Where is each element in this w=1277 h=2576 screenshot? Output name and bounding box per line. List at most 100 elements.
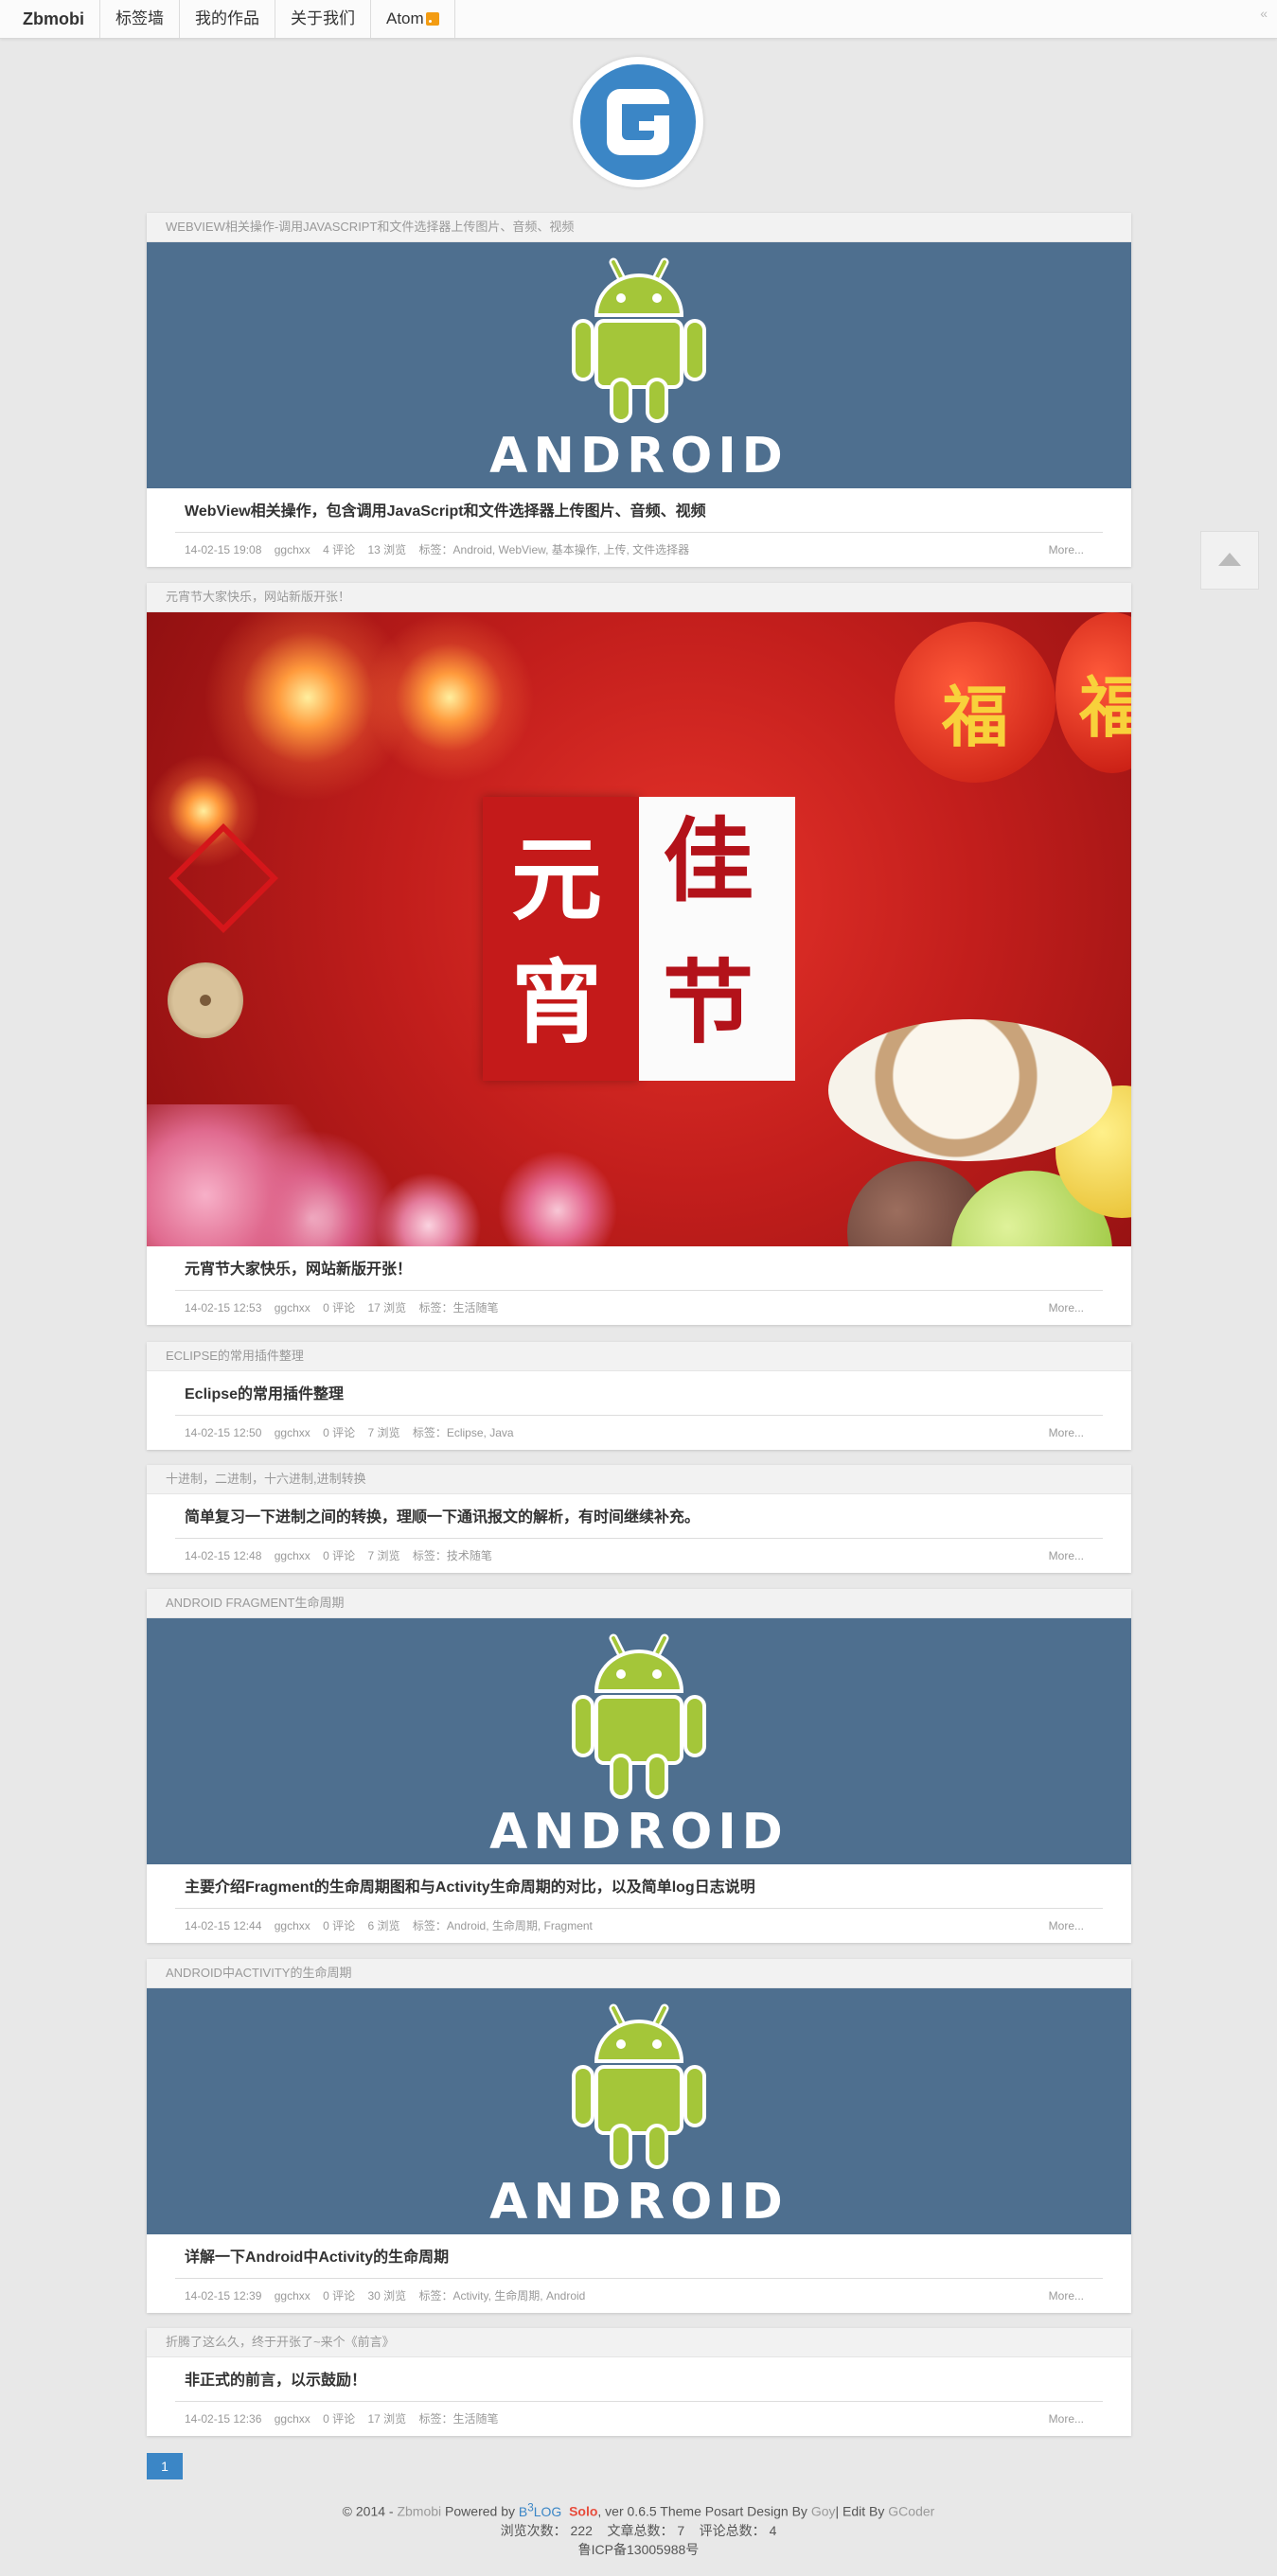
post-author[interactable]: ggchxx [275,1919,310,1932]
post-comments[interactable]: 0 评论 [323,1549,355,1562]
more-link[interactable]: More... [1049,1909,1084,1943]
post-views: 17 浏览 [367,2412,407,2426]
post-title[interactable]: 非正式的前言，以示鼓励！ [175,2357,1103,2402]
nav-atom-link[interactable]: Atom [371,0,455,38]
site-logo[interactable] [573,57,703,187]
post-category[interactable]: Android Fragment生命周期 [147,1589,1131,1618]
logo-g-bar [639,121,654,131]
post-category[interactable]: Android中Activity的生命周期 [147,1959,1131,1988]
post-tags[interactable]: 标签：生活随笔 [419,2412,499,2426]
post-tags[interactable]: 标签：Android, 生命周期, Fragment [413,1919,593,1932]
more-link[interactable]: More... [1049,2279,1084,2313]
festival-character: 元 [511,826,602,933]
footer-credits: © 2014 - Zbmobi Powered by B3LOG Solo, v… [0,2498,1277,2521]
android-wordmark: ANDROID [489,1804,789,1861]
footer-stats: 浏览次数： 222 文章总数： 7 评论总数： 4 [500,2522,777,2538]
double-chevron-left-icon[interactable]: « [1260,6,1268,21]
post-date: 14-02-15 12:39 [185,2289,262,2303]
footer-icp[interactable]: 鲁ICP备13005988号 [0,2540,1277,2559]
post-author[interactable]: ggchxx [275,1549,310,1562]
post-tags[interactable]: 标签：Activity, 生命周期, Android [419,2289,586,2303]
post-meta: 14-02-15 19:08 ggchxx 4 评论 13 浏览 标签：Andr… [175,533,1103,567]
footer-goy-link[interactable]: Goy [811,2504,836,2519]
footer-version: , ver 0.6.5 Theme Posart Design By [597,2503,811,2519]
post-comments[interactable]: 0 评论 [323,1919,355,1932]
post-date: 14-02-15 19:08 [185,543,262,556]
footer-b3log-link[interactable]: B3LOG [519,2501,561,2519]
post-category[interactable]: Eclipse的常用插件整理 [147,1342,1131,1371]
footer-gcoder-link[interactable]: GCoder [888,2504,934,2519]
post-thumbnail[interactable]: ANDROID [147,1988,1131,2234]
android-robot-icon [572,2003,706,2169]
post-meta: 14-02-15 12:39 ggchxx 0 评论 30 浏览 标签：Acti… [175,2279,1103,2313]
footer-powered: Powered by [441,2503,519,2519]
post-card: 十进制，二进制，十六进制,进制转换 简单复习一下进制之间的转换，理顺一下通讯报文… [147,1465,1131,1573]
post-views: 13 浏览 [367,543,407,556]
post-tags[interactable]: 标签：技术随笔 [413,1549,492,1562]
post-title[interactable]: Eclipse的常用插件整理 [175,1371,1103,1416]
flower-decoration [147,1104,734,1246]
post-meta: 14-02-15 12:48 ggchxx 0 评论 7 浏览 标签：技术随笔 … [175,1539,1103,1573]
post-category[interactable]: 折腾了这么久，终于开张了~来个《前言》 [147,2328,1131,2357]
footer: © 2014 - Zbmobi Powered by B3LOG Solo, v… [0,2498,1277,2559]
post-title[interactable]: 详解一下Android中Activity的生命周期 [175,2234,1103,2279]
post-comments[interactable]: 4 评论 [323,543,355,556]
post-thumbnail[interactable]: ANDROID [147,242,1131,488]
more-link[interactable]: More... [1049,1291,1084,1325]
post-category[interactable]: 元宵节大家快乐，网站新版开张！ [147,583,1131,612]
chevron-up-icon [1218,553,1241,566]
post-comments[interactable]: 0 评论 [323,1426,355,1439]
spoon-decoration [828,1019,1112,1161]
post-title[interactable]: 简单复习一下进制之间的转换，理顺一下通讯报文的解析，有时间继续补充。 [175,1494,1103,1539]
more-link[interactable]: More... [1049,1416,1084,1450]
post-title[interactable]: WebView相关操作，包含调用JavaScript和文件选择器上传图片、音频、… [175,488,1103,533]
footer-solo-link[interactable]: Solo [569,2504,597,2519]
more-link[interactable]: More... [1049,533,1084,567]
post-author[interactable]: ggchxx [275,2412,310,2426]
lantern-decoration: 福 [895,622,1055,783]
post-card: Android中Activity的生命周期 ANDROID 详解一下Androi… [147,1959,1131,2313]
post-comments[interactable]: 0 评论 [323,2412,355,2426]
post-comments[interactable]: 0 评论 [323,1301,355,1314]
nav-tags-link[interactable]: 标签墙 [100,0,180,38]
coin-decoration [168,962,243,1038]
post-tags[interactable]: 标签：Eclipse, Java [413,1426,514,1439]
festival-character: 宵 [511,949,602,1056]
footer-site-link[interactable]: Zbmobi [397,2504,441,2519]
post-author[interactable]: ggchxx [275,1301,310,1314]
android-robot-icon [572,1633,706,1799]
post-category[interactable]: 十进制，二进制，十六进制,进制转换 [147,1465,1131,1494]
post-title[interactable]: 主要介绍Fragment的生命周期图和与Activity生命周期的对比，以及简单… [175,1864,1103,1909]
more-link[interactable]: More... [1049,2402,1084,2436]
post-meta: 14-02-15 12:44 ggchxx 0 评论 6 浏览 标签：Andro… [175,1909,1103,1943]
post-author[interactable]: ggchxx [275,1426,310,1439]
logo-g-cut [622,104,669,115]
more-link[interactable]: More... [1049,1539,1084,1573]
lantern-character: 福 [942,678,1008,756]
festival-character: 佳 [663,807,754,914]
post-tags[interactable]: 标签：生活随笔 [419,1301,499,1314]
back-to-top-button[interactable] [1200,531,1259,590]
android-wordmark: ANDROID [489,428,789,485]
post-category[interactable]: WebView相关操作-调用JavaScript和文件选择器上传图片、音频、视频 [147,213,1131,242]
footer-copyright: © 2014 - [342,2503,398,2519]
festival-title-card: 元 佳 宵 节 [483,797,795,1081]
post-date: 14-02-15 12:44 [185,1919,262,1932]
post-comments[interactable]: 0 评论 [323,2289,355,2303]
nav-brand-link[interactable]: Zbmobi [0,0,100,38]
nav-works-link[interactable]: 我的作品 [180,0,275,38]
post-author[interactable]: ggchxx [275,543,310,556]
post-tags[interactable]: 标签：Android, WebView, 基本操作, 上传, 文件选择器 [419,543,690,556]
nav-atom-label: Atom [386,9,424,27]
post-card: 元宵节大家快乐，网站新版开张！ 福 福 元 佳 宵 节 元宵节大家快乐，网站新版… [147,583,1131,1325]
post-views: 6 浏览 [367,1919,400,1932]
pagination-current-page[interactable]: 1 [147,2453,183,2479]
post-title[interactable]: 元宵节大家快乐，网站新版开张！ [175,1246,1103,1291]
nav-about-link[interactable]: 关于我们 [275,0,371,38]
post-thumbnail[interactable]: ANDROID [147,1618,1131,1864]
post-date: 14-02-15 12:50 [185,1426,262,1439]
post-card: Eclipse的常用插件整理 Eclipse的常用插件整理 14-02-15 1… [147,1342,1131,1450]
post-thumbnail[interactable]: 福 福 元 佳 宵 节 [147,612,1131,1246]
android-robot-icon [572,257,706,423]
post-author[interactable]: ggchxx [275,2289,310,2303]
